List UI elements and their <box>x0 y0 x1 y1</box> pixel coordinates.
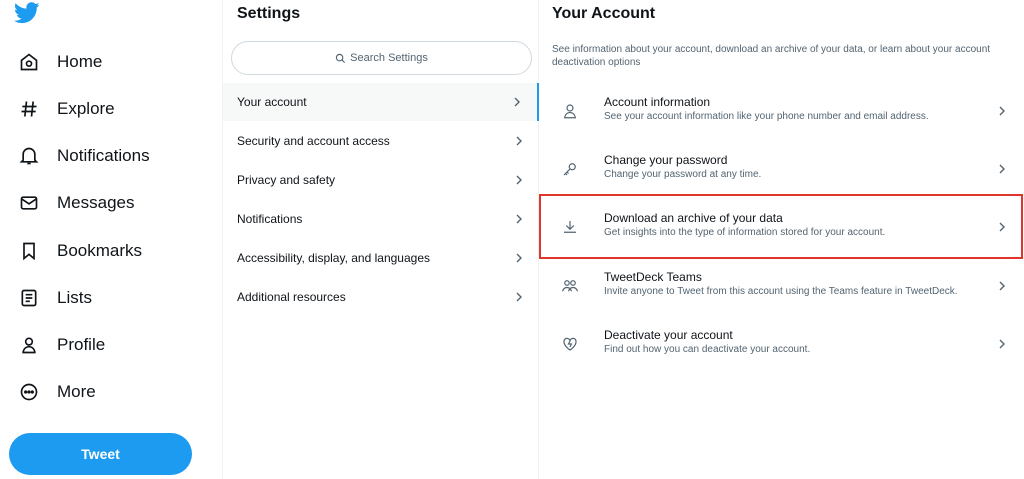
download-icon <box>564 221 576 233</box>
download-archive-item[interactable]: Download an archive of your data Get ins… <box>539 198 1024 256</box>
hashtag-icon <box>18 98 40 120</box>
settings-item-additional-resources[interactable]: Additional resources <box>223 278 539 316</box>
nav-label: Explore <box>57 99 115 118</box>
settings-item-label: Notifications <box>237 212 303 226</box>
chevron-right-icon <box>516 292 522 302</box>
nav-more[interactable]: More <box>18 377 96 407</box>
search-placeholder: Search Settings <box>350 52 428 64</box>
people-icon <box>561 280 579 292</box>
nav-label: Bookmarks <box>57 241 143 260</box>
chevron-right-icon <box>999 222 1005 232</box>
settings-item-label: Privacy and safety <box>237 173 336 187</box>
chevron-right-icon <box>516 253 522 263</box>
settings-item-accessibility[interactable]: Accessibility, display, and languages <box>223 239 539 277</box>
page-title: Your Account <box>552 5 656 22</box>
tweetdeck-teams-item[interactable]: TweetDeck Teams Invite anyone to Tweet f… <box>539 257 1024 315</box>
chevron-right-icon <box>999 281 1005 291</box>
settings-item-label: Security and account access <box>237 134 390 148</box>
chevron-right-icon <box>516 136 522 146</box>
change-password-item[interactable]: Change your password Change your passwor… <box>539 140 1024 198</box>
deactivate-account-item[interactable]: Deactivate your account Find out how you… <box>539 315 1024 373</box>
person-icon <box>18 334 40 356</box>
nav-label: Home <box>57 52 103 71</box>
account-information-item[interactable]: Account information See your account inf… <box>539 82 1024 140</box>
item-title: Account information <box>604 95 711 109</box>
nav-notifications[interactable]: Notifications <box>18 141 150 171</box>
search-icon <box>335 53 346 63</box>
settings-item-security[interactable]: Security and account access <box>223 122 539 160</box>
chevron-right-icon <box>999 106 1005 116</box>
page-description: See information about your account, down… <box>552 44 991 68</box>
search-settings-input[interactable]: Search Settings <box>231 41 532 75</box>
tweet-button[interactable]: Tweet <box>9 433 192 475</box>
list-icon <box>18 287 40 309</box>
nav-lists[interactable]: Lists <box>18 283 92 313</box>
item-subtitle: Find out how you can deactivate your acc… <box>604 344 811 355</box>
chevron-right-icon <box>516 175 522 185</box>
nav-label: More <box>57 382 96 401</box>
envelope-icon <box>18 192 40 214</box>
key-icon <box>563 163 576 176</box>
settings-title: Settings <box>237 5 301 22</box>
item-subtitle: See your account information like your p… <box>604 111 929 122</box>
settings-item-notifications[interactable]: Notifications <box>223 200 539 238</box>
home-icon <box>18 51 40 73</box>
chevron-right-icon <box>999 164 1005 174</box>
chevron-right-icon <box>514 97 520 107</box>
more-circle-icon <box>18 381 40 403</box>
bookmark-icon <box>18 240 40 262</box>
nav-label: Notifications <box>57 146 150 165</box>
nav-label: Lists <box>57 288 92 307</box>
settings-item-label: Additional resources <box>237 290 346 304</box>
settings-item-label: Your account <box>237 95 307 109</box>
item-title: Change your password <box>604 153 728 167</box>
item-subtitle: Change your password at any time. <box>604 169 762 180</box>
nav-profile[interactable]: Profile <box>18 330 105 360</box>
item-subtitle: Invite anyone to Tweet from this account… <box>604 286 958 297</box>
settings-item-label: Accessibility, display, and languages <box>237 251 430 265</box>
item-title: TweetDeck Teams <box>604 270 702 284</box>
nav-explore[interactable]: Explore <box>18 94 115 124</box>
nav-messages[interactable]: Messages <box>18 188 134 218</box>
chevron-right-icon <box>516 214 522 224</box>
nav-label: Profile <box>57 335 106 354</box>
item-title: Download an archive of your data <box>604 211 783 225</box>
bell-icon <box>18 145 40 167</box>
your-account-panel: Your Account See information about your … <box>539 0 1024 479</box>
nav-home[interactable]: Home <box>18 47 102 77</box>
twitter-bird-icon[interactable] <box>13 2 44 28</box>
chevron-right-icon <box>999 339 1005 349</box>
settings-panel: Settings Search Settings Your account Se… <box>222 0 539 479</box>
settings-item-your-account[interactable]: Your account <box>223 83 539 121</box>
nav-bookmarks[interactable]: Bookmarks <box>18 236 142 266</box>
settings-item-privacy[interactable]: Privacy and safety <box>223 161 539 199</box>
nav-label: Messages <box>57 193 135 212</box>
primary-nav: Home Explore Notifications Messages Book… <box>0 0 222 479</box>
broken-heart-icon <box>563 337 577 351</box>
item-subtitle: Get insights into the type of informatio… <box>604 227 886 238</box>
item-title: Deactivate your account <box>604 328 733 342</box>
person-icon <box>564 104 576 119</box>
